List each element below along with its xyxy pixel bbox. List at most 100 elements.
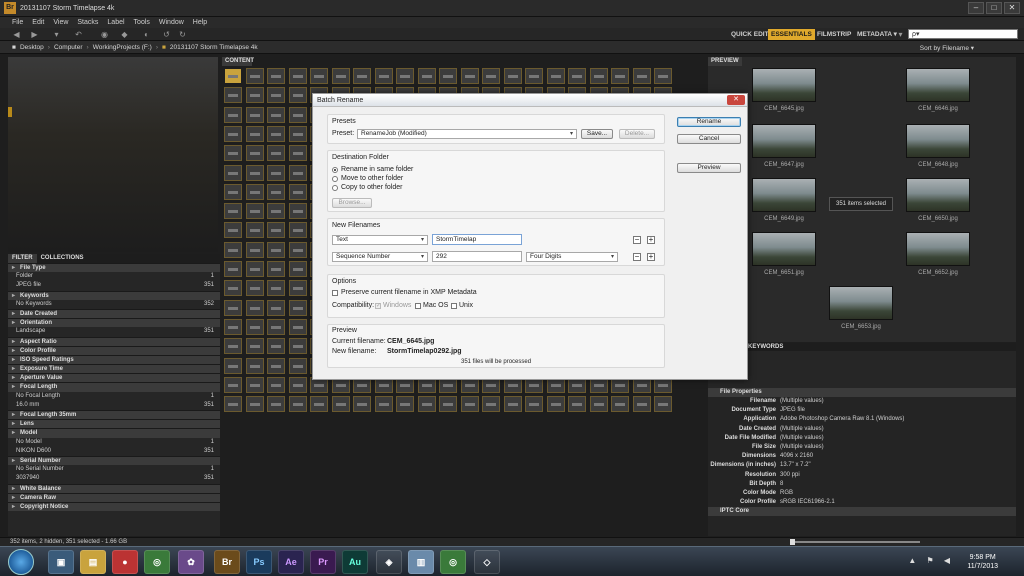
image-thumbnail[interactable] <box>417 396 436 413</box>
filter-category[interactable]: White Balance <box>8 483 220 494</box>
image-thumbnail[interactable] <box>267 106 285 123</box>
sequence-type-select[interactable]: Sequence Number <box>332 252 428 262</box>
image-thumbnail[interactable] <box>288 203 307 220</box>
preview-thumbnail[interactable] <box>752 68 816 102</box>
color-app-taskbar-icon[interactable]: ✿ <box>178 550 204 574</box>
windows-checkbox[interactable] <box>375 302 381 309</box>
filter-category[interactable]: Aperture Value <box>8 373 220 384</box>
preview-thumbnail[interactable] <box>906 232 970 266</box>
image-thumbnail[interactable] <box>245 68 264 84</box>
image-thumbnail[interactable] <box>632 68 651 84</box>
image-thumbnail[interactable] <box>224 106 242 123</box>
open-in-camera-raw-icon[interactable]: ◐ <box>142 30 151 39</box>
image-thumbnail[interactable] <box>267 376 285 393</box>
image-thumbnail[interactable] <box>267 183 285 200</box>
image-thumbnail[interactable] <box>288 261 307 277</box>
image-thumbnail[interactable] <box>288 376 307 393</box>
path-desktop[interactable]: Desktop <box>20 44 44 51</box>
image-thumbnail[interactable] <box>439 396 457 413</box>
path-computer[interactable]: Computer <box>54 44 83 51</box>
remove-element-1-button[interactable]: − <box>633 236 641 244</box>
image-thumbnail[interactable] <box>353 68 371 84</box>
image-thumbnail[interactable] <box>331 396 350 413</box>
image-thumbnail[interactable] <box>224 376 242 393</box>
iptc-core-header[interactable]: IPTC Core <box>708 507 1016 517</box>
filter-item[interactable]: 3037940 351 <box>8 474 220 483</box>
image-thumbnail[interactable] <box>245 87 264 104</box>
dialog-close-icon[interactable]: ✕ <box>727 95 745 105</box>
preview-thumbnail[interactable] <box>829 286 893 320</box>
boomerang-icon[interactable]: ↶ <box>74 30 83 39</box>
image-thumbnail[interactable] <box>503 68 522 84</box>
add-element-2-button[interactable]: + <box>647 253 655 261</box>
preview-button[interactable]: Preview <box>677 163 741 173</box>
image-thumbnail[interactable] <box>525 68 543 84</box>
audition-taskbar-icon[interactable]: Au <box>342 550 368 574</box>
image-thumbnail[interactable] <box>611 396 629 413</box>
image-thumbnail[interactable] <box>632 396 651 413</box>
image-thumbnail[interactable] <box>245 261 264 277</box>
workspace-essentials[interactable]: ESSENTIALS <box>768 29 815 40</box>
workspace-quick-edit[interactable]: QUICK EDIT <box>728 29 772 40</box>
after-effects-taskbar-icon[interactable]: Ae <box>278 550 304 574</box>
image-thumbnail[interactable] <box>224 318 242 335</box>
image-thumbnail[interactable] <box>267 87 285 104</box>
preserve-filename-checkbox[interactable] <box>332 290 338 296</box>
workspace-menu-icon[interactable]: ▾ <box>896 30 905 39</box>
cancel-button[interactable]: Cancel <box>677 134 741 144</box>
image-thumbnail[interactable] <box>245 183 264 200</box>
image-thumbnail[interactable] <box>288 357 307 374</box>
menu-view[interactable]: View <box>53 19 68 26</box>
image-thumbnail[interactable] <box>288 87 307 104</box>
image-thumbnail[interactable] <box>224 203 242 220</box>
image-thumbnail[interactable] <box>310 68 328 84</box>
sort-by-dropdown[interactable]: Sort by Filename ▾ <box>920 44 974 52</box>
filter-category[interactable]: Model <box>8 428 220 439</box>
search-input[interactable]: ρ▾ <box>908 29 1018 39</box>
preview-thumbnail[interactable] <box>752 124 816 158</box>
image-thumbnail[interactable] <box>288 106 307 123</box>
image-thumbnail[interactable] <box>224 261 242 277</box>
recent-folder-icon[interactable]: ▾ <box>52 30 61 39</box>
filter-item[interactable]: 16.0 mm 351 <box>8 401 220 410</box>
image-thumbnail[interactable] <box>288 299 307 316</box>
bridge-taskbar-icon[interactable]: Br <box>214 550 240 574</box>
close-window-button[interactable]: ✕ <box>1004 2 1020 14</box>
folder-taskbar-icon[interactable]: ▤ <box>80 550 106 574</box>
image-thumbnail[interactable] <box>417 68 436 84</box>
image-thumbnail[interactable] <box>224 145 242 162</box>
image-thumbnail[interactable] <box>288 241 307 258</box>
save-preset-button[interactable]: Save... <box>581 129 613 139</box>
filter-category[interactable]: Keywords <box>8 290 220 301</box>
image-thumbnail[interactable] <box>288 280 307 297</box>
digits-select[interactable]: Four Digits <box>526 252 618 262</box>
preview-thumbnail[interactable] <box>752 178 816 212</box>
image-thumbnail[interactable] <box>267 222 285 239</box>
filter-category[interactable]: Aspect Ratio <box>8 336 220 347</box>
image-thumbnail[interactable] <box>654 68 672 84</box>
filter-category[interactable]: File Type <box>8 263 220 273</box>
explorer-taskbar-icon[interactable]: ▣ <box>48 550 74 574</box>
preview-thumbnail[interactable] <box>906 68 970 102</box>
back-icon[interactable]: ◀ <box>12 30 21 39</box>
document-taskbar-icon[interactable]: ▥ <box>408 550 434 574</box>
workspace-metadata[interactable]: METADATA ▾ <box>854 29 900 40</box>
unix-checkbox[interactable] <box>451 303 457 309</box>
image-thumbnail[interactable] <box>267 280 285 297</box>
image-thumbnail[interactable] <box>224 396 242 413</box>
image-thumbnail[interactable] <box>245 164 264 181</box>
browse-button[interactable]: Browse... <box>332 198 372 208</box>
forward-icon[interactable]: ▶ <box>30 30 39 39</box>
filter-item[interactable]: Folder 1 <box>8 272 220 281</box>
delete-preset-button[interactable]: Delete... <box>619 129 655 139</box>
image-thumbnail[interactable] <box>245 318 264 335</box>
image-thumbnail[interactable] <box>267 203 285 220</box>
image-thumbnail[interactable] <box>546 68 565 84</box>
tab-content[interactable]: CONTENT <box>222 57 254 66</box>
image-thumbnail[interactable] <box>396 68 414 84</box>
preview-thumbnail[interactable] <box>906 178 970 212</box>
filter-category[interactable]: Lens <box>8 419 220 430</box>
image-thumbnail[interactable] <box>267 261 285 277</box>
image-thumbnail[interactable] <box>460 68 479 84</box>
tab-preview[interactable]: PREVIEW <box>708 57 742 66</box>
